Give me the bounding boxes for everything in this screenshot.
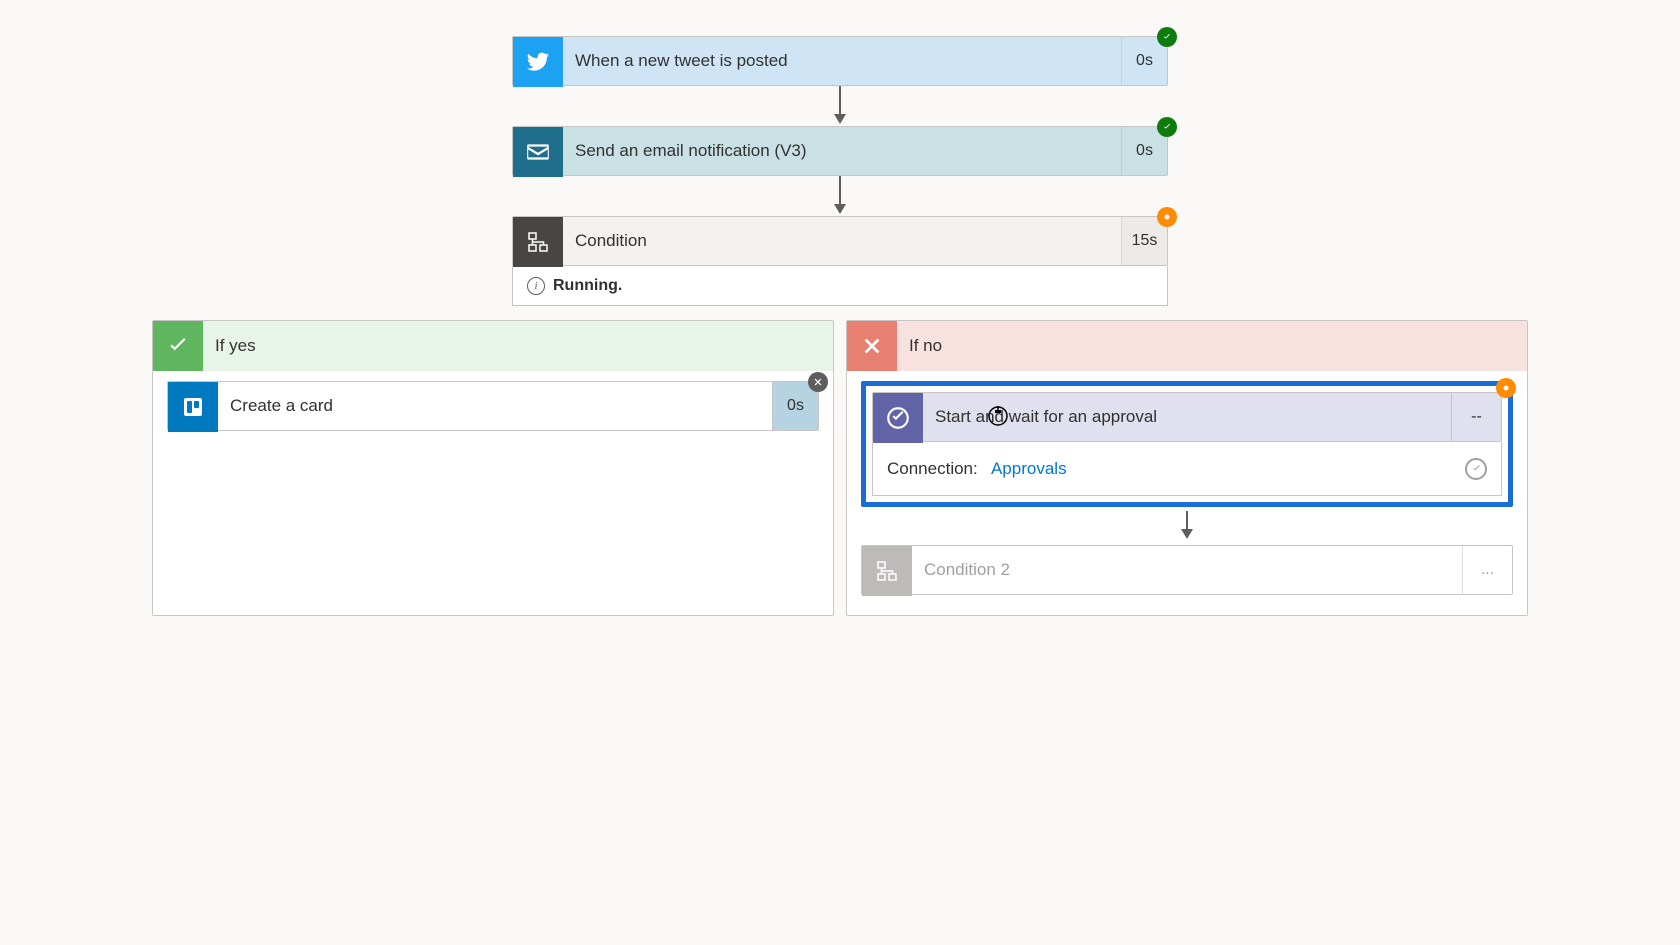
branch-yes-title: If yes [203, 321, 833, 371]
create-card-step[interactable]: Create a card 0s [167, 381, 819, 431]
create-card-label: Create a card [218, 382, 772, 430]
condition2-step[interactable]: Condition 2 ... [861, 545, 1513, 595]
branch-no[interactable]: If no Start and wait for an approval -- … [846, 320, 1528, 616]
condition-icon [513, 217, 563, 267]
twitter-icon [513, 37, 563, 87]
arrow-icon [861, 511, 1513, 541]
approval-duration: -- [1451, 393, 1501, 441]
approval-label: Start and wait for an approval [923, 393, 1451, 441]
arrow-icon [512, 86, 1168, 126]
arrow-icon [512, 176, 1168, 216]
status-success-icon [1157, 117, 1177, 137]
condition-status-text: Running. [553, 277, 622, 295]
trigger-step[interactable]: When a new tweet is posted 0s [512, 36, 1168, 86]
notify-step[interactable]: Send an email notification (V3) 0s [512, 126, 1168, 176]
check-icon [153, 321, 203, 371]
close-icon[interactable] [808, 372, 828, 392]
condition2-duration: ... [1462, 546, 1512, 594]
condition-step[interactable]: Condition 15s [512, 216, 1168, 266]
status-running-icon [1157, 207, 1177, 227]
status-success-icon [1157, 27, 1177, 47]
connection-label: Connection: [887, 459, 978, 478]
trello-icon [168, 382, 218, 432]
info-icon: i [527, 277, 545, 295]
connection-check-icon [1465, 458, 1487, 480]
status-running-icon [1496, 378, 1516, 398]
connection-link[interactable]: Approvals [991, 459, 1067, 478]
approval-step[interactable]: Start and wait for an approval -- [872, 392, 1502, 442]
condition-status-bar: i Running. [512, 266, 1168, 306]
approval-connection-row: Connection: Approvals [872, 442, 1502, 496]
approvals-icon [873, 393, 923, 443]
branch-yes[interactable]: If yes Create a card 0s [152, 320, 834, 616]
condition2-label: Condition 2 [912, 546, 1462, 594]
trigger-label: When a new tweet is posted [563, 37, 1121, 85]
notify-label: Send an email notification (V3) [563, 127, 1121, 175]
branch-no-title: If no [897, 321, 1527, 371]
x-icon [847, 321, 897, 371]
flow-canvas: When a new tweet is posted 0s Send an em… [0, 0, 1680, 616]
condition-icon [862, 546, 912, 596]
approval-highlight: Start and wait for an approval -- Connec… [861, 381, 1513, 507]
mail-icon [513, 127, 563, 177]
condition-label: Condition [563, 217, 1121, 265]
